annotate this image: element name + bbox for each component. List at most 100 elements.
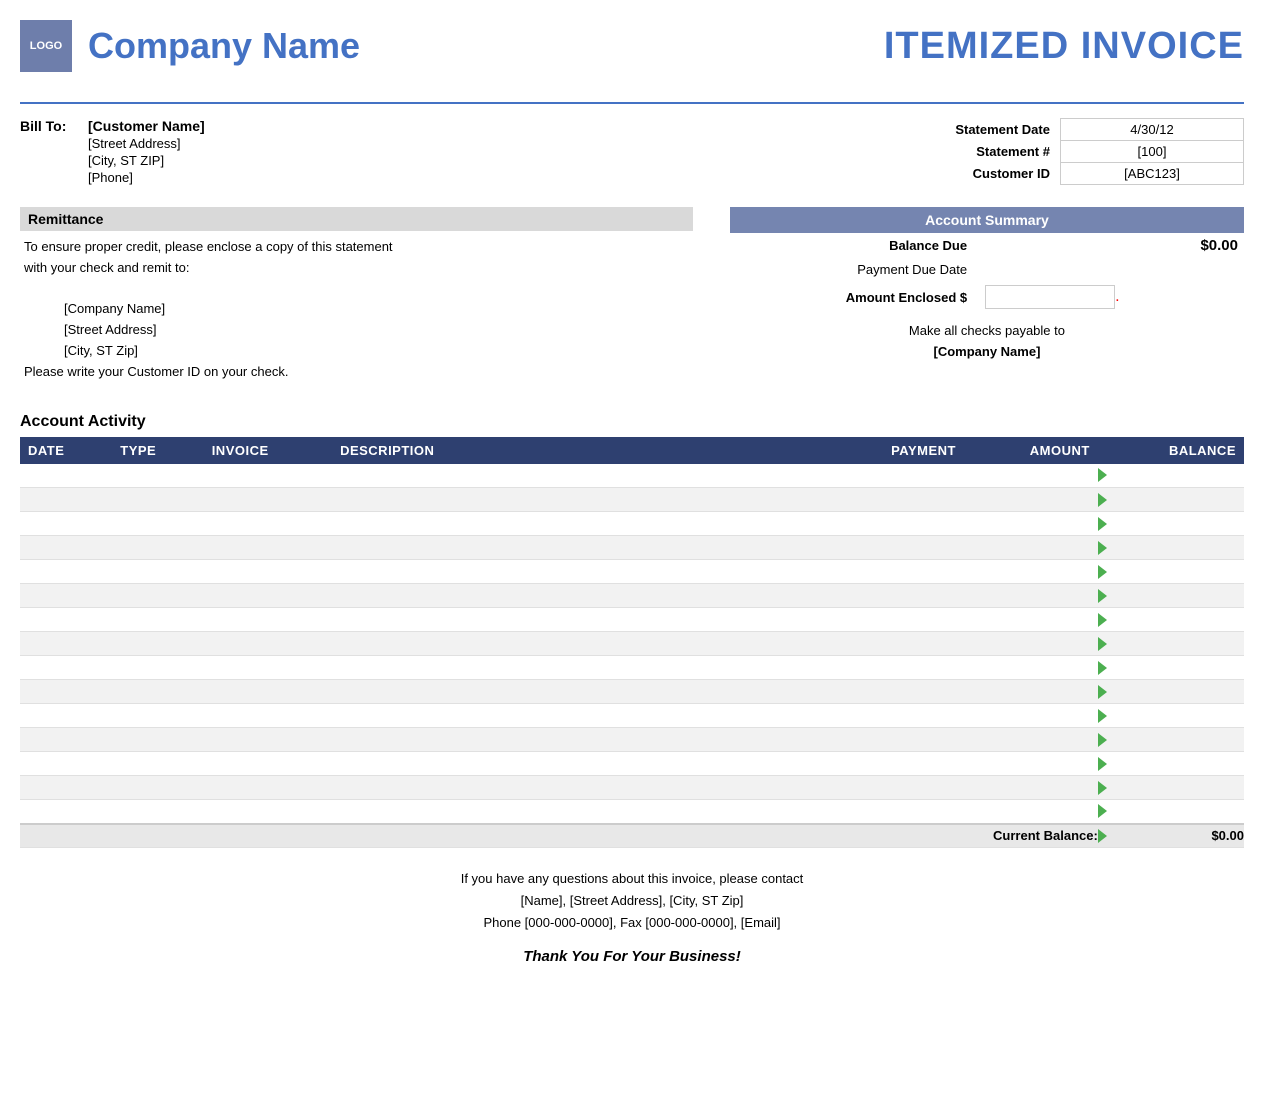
col-date: DATE	[20, 437, 112, 464]
data-cell	[822, 776, 964, 800]
footer-contact-line1: If you have any questions about this inv…	[20, 868, 1244, 890]
data-cell	[112, 536, 203, 560]
data-cell	[964, 536, 1098, 560]
data-cell	[332, 488, 822, 512]
remittance-company: [Company Name]	[64, 299, 689, 320]
balance-cell	[1098, 680, 1244, 704]
footer-contact-line3: Phone [000-000-0000], Fax [000-000-0000]…	[20, 912, 1244, 934]
data-cell	[332, 632, 822, 656]
table-row	[20, 632, 1244, 656]
statement-number-label: Statement #	[904, 141, 1060, 163]
activity-header-row: DATE TYPE INVOICE DESCRIPTION PAYMENT AM…	[20, 437, 1244, 464]
data-cell	[112, 704, 203, 728]
data-cell	[964, 608, 1098, 632]
data-cell	[332, 728, 822, 752]
balance-indicator-icon	[1098, 829, 1107, 843]
data-cell	[332, 680, 822, 704]
col-type: TYPE	[112, 437, 203, 464]
balance-indicator-icon	[1098, 468, 1107, 482]
activity-title: Account Activity	[20, 413, 1244, 431]
data-cell	[964, 800, 1098, 824]
table-row	[20, 680, 1244, 704]
col-payment: PAYMENT	[822, 437, 964, 464]
balance-indicator-icon	[1098, 781, 1107, 795]
mid-section: Remittance To ensure proper credit, plea…	[20, 207, 1244, 383]
data-cell	[20, 632, 112, 656]
customer-name: [Customer Name]	[88, 118, 205, 134]
data-cell	[964, 776, 1098, 800]
bill-to-label: Bill To:	[20, 118, 80, 134]
current-balance-label: Current Balance:	[20, 824, 1098, 848]
data-cell	[964, 560, 1098, 584]
balance-cell	[1098, 656, 1244, 680]
activity-table-header: DATE TYPE INVOICE DESCRIPTION PAYMENT AM…	[20, 437, 1244, 464]
data-cell	[332, 560, 822, 584]
data-cell	[204, 488, 332, 512]
logo-text: LOGO	[30, 40, 62, 52]
statement-info: Statement Date 4/30/12 Statement # [100]…	[730, 118, 1244, 187]
balance-cell	[1098, 704, 1244, 728]
data-cell	[332, 656, 822, 680]
balance-cell	[1098, 560, 1244, 584]
data-cell	[20, 728, 112, 752]
data-cell	[204, 536, 332, 560]
amount-enclosed-input[interactable]	[985, 285, 1115, 309]
data-cell	[822, 680, 964, 704]
balance-indicator-icon	[1098, 517, 1107, 531]
balance-indicator-icon	[1098, 493, 1107, 507]
balance-cell	[1098, 464, 1244, 488]
data-cell	[204, 560, 332, 584]
balance-indicator-icon	[1098, 757, 1107, 771]
remittance-city: [City, ST Zip]	[64, 341, 689, 362]
remittance-line1: To ensure proper credit, please enclose …	[24, 237, 689, 258]
data-cell	[332, 752, 822, 776]
company-name: Company Name	[88, 25, 360, 67]
balance-cell	[1098, 800, 1244, 824]
current-balance-value: $0.00	[1098, 824, 1244, 848]
footer: If you have any questions about this inv…	[20, 868, 1244, 970]
remittance-note: Please write your Customer ID on your ch…	[24, 362, 689, 383]
amount-enclosed-cell: .	[977, 281, 1244, 313]
bill-to-street: [Street Address]	[88, 136, 693, 151]
col-amount: AMOUNT	[964, 437, 1098, 464]
data-cell	[20, 488, 112, 512]
table-row	[20, 800, 1244, 824]
data-cell	[20, 560, 112, 584]
table-row	[20, 704, 1244, 728]
data-cell	[20, 752, 112, 776]
payment-due-value	[977, 258, 1244, 281]
data-cell	[204, 728, 332, 752]
table-row	[20, 512, 1244, 536]
data-cell	[204, 752, 332, 776]
bill-to-phone: [Phone]	[88, 170, 693, 185]
balance-due-label: Balance Due	[730, 233, 977, 258]
data-cell	[964, 704, 1098, 728]
data-cell	[112, 560, 203, 584]
remittance-header: Remittance	[20, 207, 693, 231]
data-cell	[112, 680, 203, 704]
data-cell	[822, 584, 964, 608]
data-cell	[112, 632, 203, 656]
header-left: LOGO Company Name	[20, 20, 360, 72]
activity-section: Account Activity DATE TYPE INVOICE DESCR…	[20, 413, 1244, 849]
data-cell	[822, 608, 964, 632]
statement-date-row: Statement Date 4/30/12	[904, 119, 1244, 141]
data-cell	[964, 752, 1098, 776]
table-row	[20, 488, 1244, 512]
data-cell	[822, 536, 964, 560]
data-cell	[204, 704, 332, 728]
statement-number-value: [100]	[1060, 141, 1243, 163]
statement-table: Statement Date 4/30/12 Statement # [100]…	[904, 118, 1244, 185]
remittance-line2: with your check and remit to:	[24, 258, 689, 279]
data-cell	[20, 800, 112, 824]
customer-id-row: Customer ID [ABC123]	[904, 163, 1244, 185]
data-cell	[204, 464, 332, 488]
col-description: DESCRIPTION	[332, 437, 822, 464]
table-row	[20, 656, 1244, 680]
data-cell	[204, 608, 332, 632]
statement-number-row: Statement # [100]	[904, 141, 1244, 163]
data-cell	[20, 464, 112, 488]
data-cell	[822, 512, 964, 536]
invoice-title: ITEMIZED INVOICE	[884, 25, 1244, 68]
footer-thanks: Thank You For Your Business!	[20, 944, 1244, 970]
